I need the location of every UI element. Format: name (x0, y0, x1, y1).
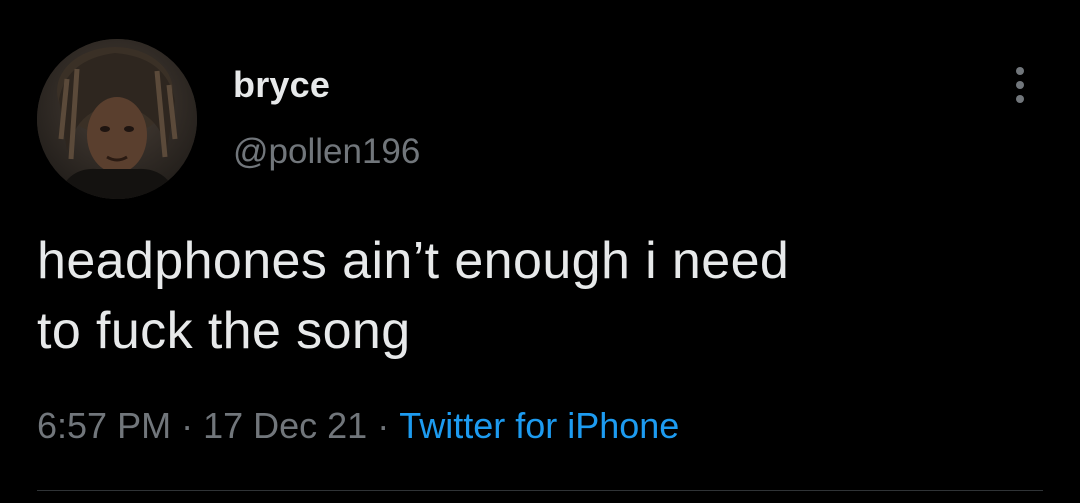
tweet-meta: 6:57 PM · 17 Dec 21 · Twitter for iPhone (37, 405, 679, 447)
more-options-button[interactable] (1000, 60, 1040, 110)
avatar-image (37, 39, 197, 199)
tweet-text-line: headphones ain’t enough i need (37, 232, 790, 290)
tweet-text: headphones ain’t enough i need to fuck t… (37, 226, 1027, 366)
display-name[interactable]: bryce (233, 64, 330, 106)
tweet-time[interactable]: 6:57 PM (37, 405, 171, 446)
avatar[interactable] (37, 39, 197, 199)
divider (37, 490, 1043, 491)
tweet-text-line: to fuck the song (37, 302, 411, 360)
user-handle[interactable]: @pollen196 (233, 132, 420, 172)
tweet-card: bryce @pollen196 headphones ain’t enough… (0, 0, 1080, 503)
meta-separator: · (181, 405, 194, 446)
tweet-date[interactable]: 17 Dec 21 (203, 405, 367, 446)
tweet-source-link[interactable]: Twitter for iPhone (399, 405, 679, 446)
meta-separator: · (377, 405, 390, 446)
more-vertical-icon (1014, 65, 1026, 105)
